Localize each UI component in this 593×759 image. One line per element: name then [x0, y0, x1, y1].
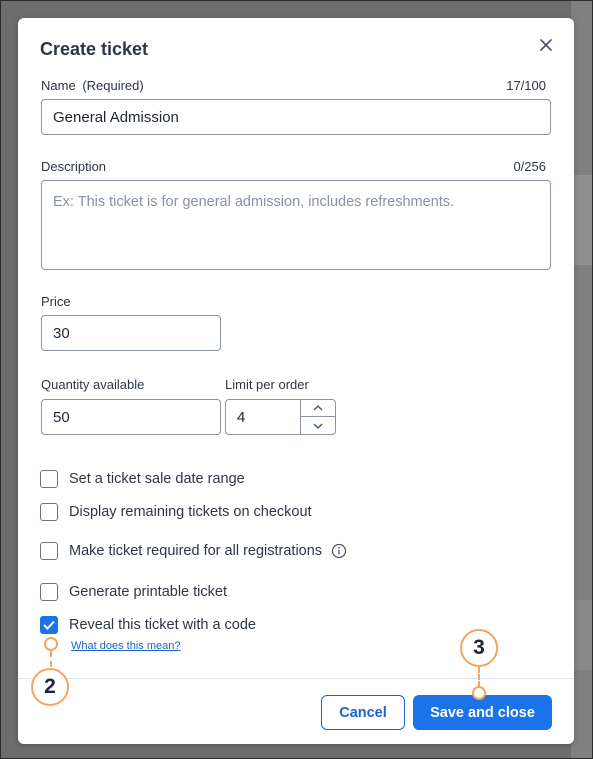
limit-per-order-input[interactable]: [225, 399, 301, 435]
checkbox[interactable]: [40, 583, 58, 601]
checkbox[interactable]: [40, 542, 58, 560]
name-input[interactable]: [41, 99, 551, 135]
decrement-button[interactable]: [301, 417, 335, 434]
callout-connector: [478, 667, 480, 687]
quantity-input[interactable]: [41, 399, 221, 435]
chevron-up-icon: [313, 405, 323, 411]
description-label: Description: [41, 159, 107, 174]
save-and-close-button[interactable]: Save and close: [413, 695, 552, 730]
cancel-button[interactable]: Cancel: [321, 695, 405, 730]
option-reveal-with-code[interactable]: Reveal this ticket with a code: [40, 615, 256, 635]
price-label: Price: [41, 294, 71, 309]
option-printable-ticket[interactable]: Generate printable ticket: [40, 582, 227, 602]
close-button[interactable]: [536, 35, 556, 55]
callout-connector: [50, 651, 52, 667]
info-icon[interactable]: [331, 543, 347, 559]
background-page-detail: [571, 600, 593, 670]
limit-label: Limit per order: [225, 377, 309, 392]
callout-step-3: 3: [460, 629, 498, 667]
checkbox[interactable]: [40, 470, 58, 488]
name-char-counter: 17/100: [506, 78, 546, 93]
dialog-title: Create ticket: [40, 39, 149, 59]
close-icon: [540, 39, 552, 51]
option-required-all[interactable]: Make ticket required for all registratio…: [40, 541, 347, 561]
callout-anchor-dot: [472, 686, 486, 700]
price-input[interactable]: [41, 315, 221, 351]
check-icon: [43, 620, 55, 630]
callout-step-2: 2: [31, 668, 69, 706]
description-char-counter: 0/256: [513, 159, 546, 174]
description-textarea[interactable]: [41, 180, 551, 270]
what-does-this-mean-link[interactable]: What does this mean?: [71, 640, 180, 652]
quantity-label: Quantity available: [41, 377, 145, 392]
checkbox[interactable]: [40, 503, 58, 521]
chevron-down-icon: [313, 423, 323, 429]
footer-divider: [18, 678, 574, 679]
limit-stepper: [300, 399, 336, 435]
option-sale-date-range[interactable]: Set a ticket sale date range: [40, 469, 245, 489]
checkbox-checked[interactable]: [40, 616, 58, 634]
increment-button[interactable]: [301, 400, 335, 417]
option-display-remaining[interactable]: Display remaining tickets on checkout: [40, 502, 312, 522]
name-label: Name (Required): [41, 78, 144, 93]
background-page-detail: [571, 175, 593, 265]
callout-anchor-dot: [44, 637, 58, 651]
